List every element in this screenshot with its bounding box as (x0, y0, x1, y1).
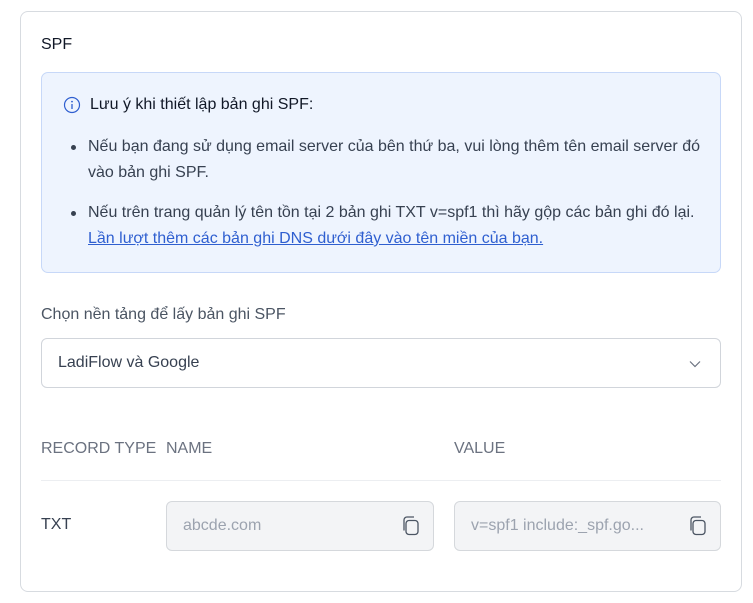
note-item: Nếu trên trang quản lý tên tồn tại 2 bản… (67, 200, 707, 252)
copy-name-button[interactable] (399, 514, 423, 538)
note-list: Nếu bạn đang sử dụng email server của bê… (67, 134, 707, 266)
record-type-cell: TXT (41, 516, 72, 533)
spf-note-box: Lưu ý khi thiết lập bản ghi SPF: Nếu bạn… (41, 72, 721, 273)
note-item-text: Nếu trên trang quản lý tên tồn tại 2 bản… (88, 204, 695, 221)
chevron-down-icon (688, 357, 702, 371)
value-field[interactable]: v=spf1 include:_spf.go... (454, 501, 721, 551)
platform-selected-value: LadiFlow và Google (58, 354, 200, 371)
note-heading-text: Lưu ý khi thiết lập bản ghi SPF: (90, 96, 314, 113)
value-text: v=spf1 include:_spf.go... (471, 517, 644, 534)
header-value: VALUE (454, 440, 506, 457)
note-heading: Lưu ý khi thiết lập bản ghi SPF: (63, 96, 313, 114)
name-value: abcde.com (183, 517, 262, 534)
copy-icon (403, 516, 419, 536)
note-item: Nếu bạn đang sử dụng email server của bê… (67, 134, 707, 186)
table-divider (41, 480, 721, 481)
copy-value-button[interactable] (686, 514, 710, 538)
copy-icon (690, 516, 706, 536)
header-name: NAME (166, 440, 213, 457)
name-field[interactable]: abcde.com (166, 501, 434, 551)
dns-records-link[interactable]: Lần lượt thêm các bản ghi DNS dưới đây v… (88, 230, 543, 247)
info-circle-icon (63, 96, 81, 114)
note-item-text: Nếu bạn đang sử dụng email server của bê… (88, 138, 700, 181)
platform-label: Chọn nền tảng để lấy bản ghi SPF (41, 306, 286, 323)
header-record-type: RECORD TYPE (41, 440, 157, 457)
section-title: SPF (41, 36, 73, 53)
platform-select[interactable]: LadiFlow và Google (41, 338, 721, 388)
spf-card: SPF Lưu ý khi thiết lập bản ghi SPF: Nếu… (20, 11, 742, 592)
